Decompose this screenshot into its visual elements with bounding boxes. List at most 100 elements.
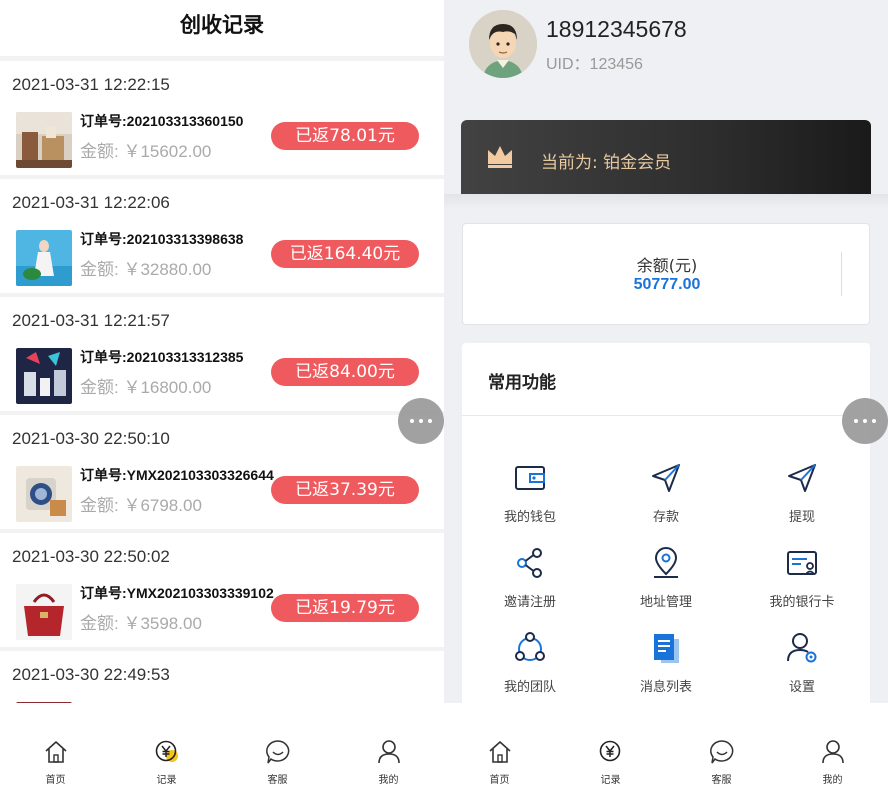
- send-icon: [788, 464, 816, 492]
- function-my-bank-card[interactable]: 我的银行卡: [734, 546, 870, 626]
- section-title: 常用功能: [488, 373, 556, 393]
- order-time: 2021-03-30 22:49:53: [12, 665, 170, 684]
- avatar[interactable]: [469, 10, 537, 78]
- tab-label: 记录: [156, 775, 177, 786]
- product-thumbnail: [16, 584, 72, 640]
- product-thumbnail: [16, 466, 72, 522]
- tab-customer-service[interactable]: 客服: [222, 703, 333, 791]
- product-thumbnail: [16, 230, 72, 286]
- tab-label: 我的: [822, 775, 843, 786]
- user-icon: [377, 740, 400, 764]
- order-amount: 金额: ￥15602.00: [80, 142, 212, 161]
- vip-level-bar[interactable]: 当前为: 铂金会员: [461, 120, 871, 194]
- order-amount: 金额: ￥3598.00: [80, 614, 202, 633]
- tab-label: 我的: [378, 775, 399, 786]
- page-title: 创收记录: [0, 0, 444, 56]
- order-time: 2021-03-30 22:50:02: [12, 547, 170, 566]
- order-amount: 金额: ￥6798.00: [80, 496, 202, 515]
- rebate-badge: 已返78.01元: [271, 122, 419, 150]
- bottom-tab-bar: 首页 记录 客服 我的: [0, 703, 444, 791]
- user-icon: [821, 740, 844, 764]
- user-uid: UID：123456: [546, 56, 643, 73]
- function-label: 设置: [788, 680, 815, 695]
- tab-records[interactable]: 记录: [111, 703, 222, 791]
- tab-profile[interactable]: 我的: [333, 703, 444, 791]
- rebate-badge: 已返164.40元: [271, 240, 419, 268]
- smile-chat-icon: [265, 740, 289, 764]
- crown-icon: [488, 146, 512, 168]
- tab-records[interactable]: 记录: [555, 703, 666, 791]
- order-time: 2021-03-31 12:22:06: [12, 193, 170, 212]
- function-label: 邀请注册: [503, 595, 556, 610]
- tab-label: 记录: [600, 775, 621, 786]
- function-settings[interactable]: 设置: [734, 631, 870, 711]
- bank-card-icon: [787, 551, 817, 575]
- wallet-icon: [515, 466, 545, 490]
- balance-label: 余额(元): [636, 256, 698, 275]
- balance-divider: [841, 252, 842, 296]
- order-time: 2021-03-31 12:22:15: [12, 75, 170, 94]
- function-withdraw[interactable]: 提现: [734, 461, 870, 541]
- vip-level-text: 当前为: 铂金会员: [541, 153, 672, 173]
- yuan-record-icon: [155, 740, 178, 762]
- settings-user-icon: [787, 633, 817, 663]
- function-my-team[interactable]: 我的团队: [462, 631, 598, 711]
- tab-label: 首页: [489, 775, 510, 786]
- order-amount: 金额: ￥16800.00: [80, 378, 212, 397]
- floating-more-button[interactable]: [842, 398, 888, 444]
- function-label: 我的银行卡: [769, 595, 835, 610]
- more-dots-icon: [410, 419, 432, 423]
- send-icon: [652, 464, 680, 492]
- vip-bar-shadow: [444, 194, 888, 210]
- tab-home[interactable]: 首页: [0, 703, 111, 791]
- function-label: 地址管理: [639, 595, 692, 610]
- smile-chat-icon: [709, 740, 733, 764]
- message-list-icon: [654, 634, 679, 663]
- order-number: 订单号:202103313398638: [80, 231, 244, 247]
- tab-customer-service[interactable]: 客服: [666, 703, 777, 791]
- rebate-badge: 已返37.39元: [271, 476, 419, 504]
- home-icon: [488, 741, 511, 763]
- function-label: 我的团队: [503, 680, 556, 695]
- order-amount: 金额: ￥32880.00: [80, 260, 212, 279]
- order-time: 2021-03-30 22:50:10: [12, 429, 170, 448]
- share-icon: [517, 548, 542, 578]
- function-deposit[interactable]: 存款: [598, 461, 734, 541]
- order-number: 订单号:202103313312385: [80, 349, 244, 365]
- tab-label: 客服: [711, 775, 732, 786]
- tab-label: 首页: [45, 775, 66, 786]
- user-phone: 18912345678: [546, 16, 687, 42]
- profile-screen: 18912345678 UID：123456 当前为: 铂金会员 余额(元) 5…: [444, 0, 888, 791]
- function-label: 我的钱包: [503, 510, 556, 525]
- function-my-wallet[interactable]: 我的钱包: [462, 461, 598, 541]
- order-time: 2021-03-31 12:21:57: [12, 311, 170, 330]
- tab-profile[interactable]: 我的: [777, 703, 888, 791]
- home-icon: [44, 741, 67, 763]
- order-number: 订单号:YMX202103303326644: [80, 467, 274, 483]
- balance-value: 50777.00: [633, 276, 701, 293]
- product-thumbnail: [16, 112, 72, 168]
- balance-card[interactable]: 余额(元) 50777.00: [462, 223, 870, 325]
- common-functions-card: 常用功能 我的钱包 存款 提现 邀请注册 地址管理 我的银行卡 我的团队 消息列…: [462, 343, 870, 743]
- tab-home[interactable]: 首页: [444, 703, 555, 791]
- order-number: 订单号:202103313360150: [80, 113, 244, 129]
- order-card[interactable]: 2021-03-31 12:22:15 订单号:202103313360150 …: [0, 61, 444, 175]
- rebate-badge: 已返84.00元: [271, 358, 419, 386]
- function-message-list[interactable]: 消息列表: [598, 631, 734, 711]
- tab-label: 客服: [267, 775, 288, 786]
- function-invite-register[interactable]: 邀请注册: [462, 546, 598, 626]
- order-number: 订单号:YMX202103303339102: [80, 585, 274, 601]
- order-card[interactable]: 2021-03-30 22:50:02 订单号:YMX2021033033391…: [0, 533, 444, 647]
- floating-more-button[interactable]: [398, 398, 444, 444]
- rebate-badge: 已返19.79元: [271, 594, 419, 622]
- function-address-management[interactable]: 地址管理: [598, 546, 734, 626]
- order-card[interactable]: 2021-03-30 22:50:10 订单号:YMX2021033033266…: [0, 415, 444, 529]
- order-card[interactable]: 2021-03-31 12:21:57 订单号:202103313312385 …: [0, 297, 444, 411]
- product-thumbnail: [16, 348, 72, 404]
- location-icon: [654, 547, 678, 578]
- income-records-screen: 创收记录 2021-03-31 12:22:15 订单号:20210331336…: [0, 0, 444, 791]
- section-divider: [462, 415, 870, 416]
- function-label: 消息列表: [639, 680, 692, 695]
- order-card[interactable]: 2021-03-31 12:22:06 订单号:202103313398638 …: [0, 179, 444, 293]
- function-label: 存款: [652, 510, 679, 525]
